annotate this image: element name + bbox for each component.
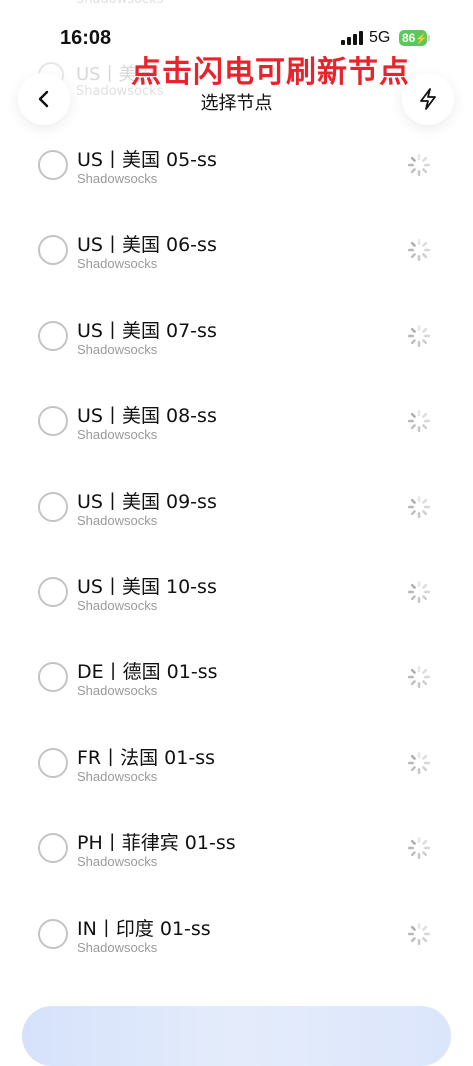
list-item[interactable]: IN丨印度 01-ss Shadowsocks	[0, 890, 473, 975]
node-protocol: Shadowsocks	[77, 427, 158, 443]
radio-button[interactable]	[38, 406, 68, 437]
node-protocol: Shadowsocks	[77, 256, 158, 272]
node-protocol: Shadowsocks	[77, 597, 158, 613]
loading-spinner-icon	[406, 664, 432, 690]
list-item[interactable]: FR丨法国 01-ss Shadowsocks	[0, 719, 473, 804]
node-protocol: Shadowsocks	[77, 512, 158, 528]
list-item[interactable]: US丨美国 05-ss Shadowsocks	[0, 121, 473, 206]
radio-button[interactable]	[38, 576, 68, 607]
radio-button[interactable]	[38, 150, 68, 180]
node-name: US丨美国 09-ss	[77, 490, 217, 513]
radio-button[interactable]	[38, 491, 68, 522]
loading-spinner-icon	[406, 921, 432, 947]
loading-spinner-icon	[406, 237, 432, 263]
loading-spinner-icon	[406, 750, 432, 776]
radio-button[interactable]	[38, 747, 68, 778]
battery-icon: 86⚡	[399, 30, 428, 46]
battery-tip	[428, 35, 430, 41]
bottom-action-bar[interactable]	[22, 1006, 451, 1066]
radio-button[interactable]	[38, 833, 68, 864]
loading-spinner-icon	[406, 835, 432, 861]
list-item[interactable]: US丨美国 06-ss Shadowsocks	[0, 206, 473, 291]
radio-button[interactable]	[38, 662, 68, 693]
battery-level: 86	[402, 31, 416, 45]
node-protocol: Shadowsocks	[77, 768, 158, 784]
list-item[interactable]: DE丨德国 01-ss Shadowsocks	[0, 633, 473, 718]
node-name: US丨美国 10-ss	[77, 575, 217, 598]
node-protocol: Shadowsocks	[77, 171, 158, 186]
status-time: 16:08	[60, 27, 112, 49]
node-name: US丨美国 07-ss	[77, 319, 217, 342]
node-protocol: Shadowsocks	[77, 341, 158, 357]
list-item[interactable]: US丨美国 10-ss Shadowsocks	[0, 548, 473, 633]
node-name: DE丨德国 01-ss	[77, 661, 218, 684]
loading-spinner-icon	[406, 408, 432, 434]
node-protocol: Shadowsocks	[77, 854, 158, 870]
loading-spinner-icon	[406, 494, 432, 520]
node-protocol: Shadowsocks	[77, 939, 158, 955]
node-name: US丨美国 06-ss	[77, 234, 217, 257]
node-name: IN丨印度 01-ss	[77, 917, 211, 940]
list-item[interactable]: US丨美国 08-ss Shadowsocks	[0, 377, 473, 462]
node-name: FR丨法国 01-ss	[77, 746, 216, 769]
network-type: 5G	[369, 29, 391, 46]
refresh-nodes-button[interactable]	[402, 73, 454, 125]
list-item[interactable]: PH丨菲律宾 01-ss Shadowsocks	[0, 804, 473, 889]
node-name: PH丨菲律宾 01-ss	[77, 832, 236, 855]
loading-spinner-icon	[406, 152, 432, 178]
list-item[interactable]: US丨美国 07-ss Shadowsocks	[0, 292, 473, 377]
node-name: US丨美国 08-ss	[77, 405, 217, 428]
node-protocol: Shadowsocks	[77, 683, 158, 699]
list-item[interactable]: US丨美国 09-ss Shadowsocks	[0, 463, 473, 548]
node-name: US丨美国 05-ss	[77, 149, 217, 171]
radio-button[interactable]	[38, 235, 68, 266]
signal-icon	[341, 31, 363, 45]
lightning-bolt-icon	[420, 88, 436, 110]
node-list: US丨美国 05-ss Shadowsocks US丨美国 06-ss Shadows…	[0, 121, 473, 975]
radio-button[interactable]	[38, 918, 68, 949]
loading-spinner-icon	[406, 323, 432, 349]
radio-button[interactable]	[38, 320, 68, 351]
loading-spinner-icon	[406, 579, 432, 605]
